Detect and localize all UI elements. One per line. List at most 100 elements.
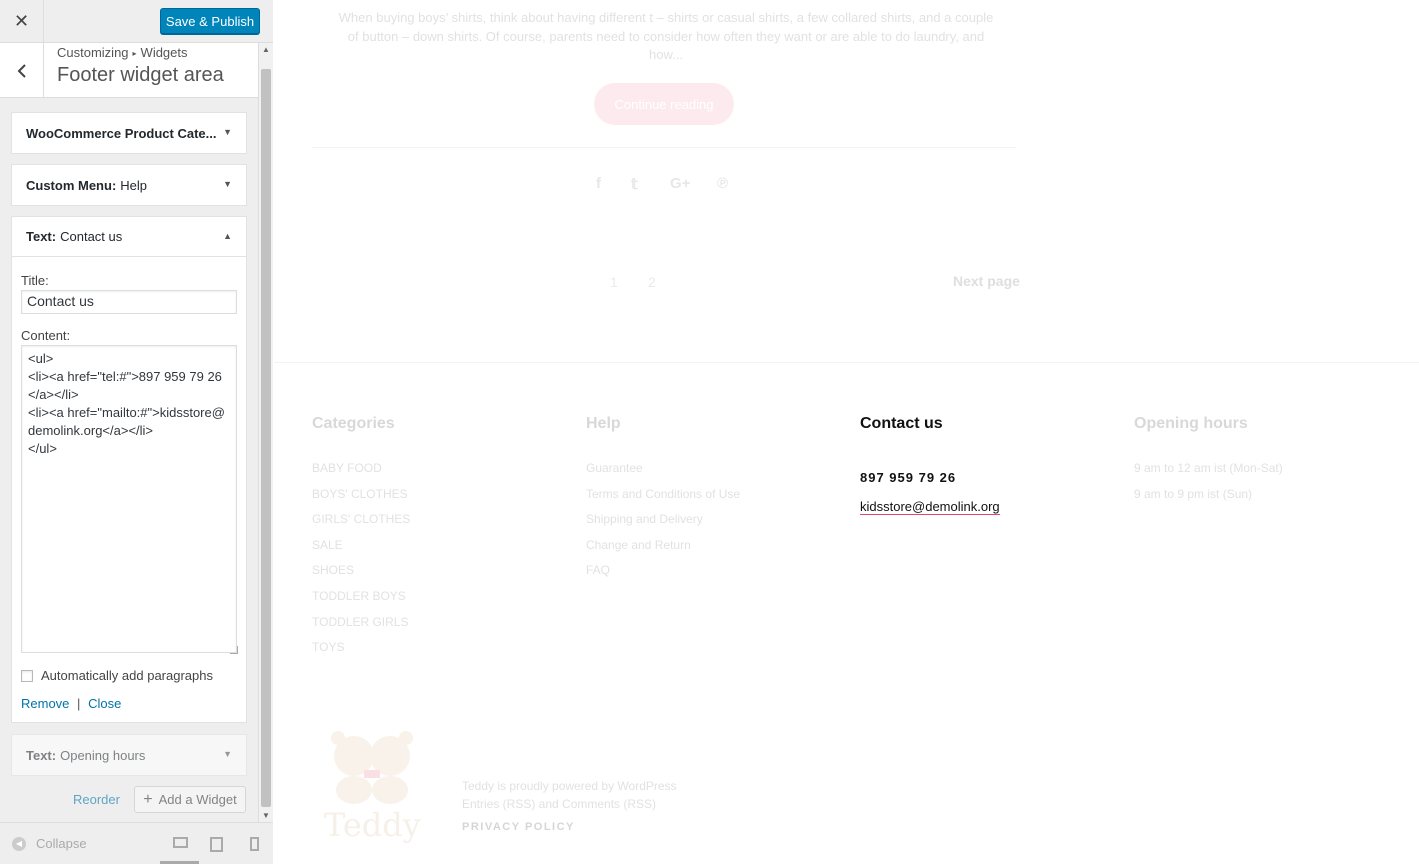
scroll-up-icon[interactable]: ▲ [262, 45, 270, 54]
widget-instance-name: Help [120, 177, 148, 193]
close-widget-link[interactable]: Close [88, 696, 121, 711]
widget-product-categories[interactable]: WooCommerce Product Cate... ▼ [11, 112, 247, 154]
help-link[interactable]: Shipping and Delivery [586, 512, 740, 538]
widget-custom-menu-help[interactable]: Custom Menu: Help ▼ [11, 164, 247, 206]
content-textarea[interactable]: <ul> <li><a href="tel:#">897 959 79 26</… [21, 345, 237, 653]
desktop-preview-icon[interactable] [173, 837, 188, 848]
category-link[interactable]: Girls' Clothes [312, 512, 410, 538]
back-button[interactable] [0, 43, 44, 98]
hours-line: 9 am to 9 pm ist (Sun) [1134, 486, 1253, 501]
widget-actions: Remove | Close [21, 696, 121, 711]
collapse-sidebar-button[interactable]: ◀ Collapse [12, 836, 87, 851]
content-label: Content: [21, 328, 71, 343]
contact-email-link[interactable]: kidsstore@demolink.org [860, 499, 1000, 515]
category-link[interactable]: Toys [312, 640, 410, 666]
widget-title[interactable]: Text: Opening hours [12, 735, 246, 775]
auto-paragraphs-option[interactable]: Automatically add paragraphs [21, 668, 213, 683]
post-excerpt: When buying boys’ shirts, think about ha… [338, 10, 994, 62]
widget-title[interactable]: Custom Menu: Help [12, 165, 246, 205]
twitter-icon[interactable]: 𝕥 [631, 175, 638, 193]
teddy-bears-icon [331, 731, 413, 804]
footer-column-categories: Categories Baby Food Boys' Clothes Girls… [312, 415, 410, 666]
breadcrumb-widgets: Widgets [140, 45, 188, 60]
reorder-link[interactable]: Reorder [73, 792, 120, 807]
customizer-header-actions: ✕ Save & Publish [0, 0, 273, 43]
widget-type: Text: [26, 747, 57, 763]
remove-widget-link[interactable]: Remove [21, 696, 69, 711]
add-widget-button[interactable]: + Add a Widget [134, 786, 246, 813]
widget-text-contact-us: Text: Contact us ▲ Title: Contact us Cont… [11, 216, 247, 723]
widget-instance-name: Opening hours [60, 747, 146, 763]
collapse-label: Collapse [36, 836, 87, 851]
actions-separator: | [77, 696, 81, 711]
copyright-text: Teddy is proudly powered by WordPress En… [462, 777, 677, 813]
help-link[interactable]: Change and Return [586, 538, 740, 564]
panel-title: Footer widget area [57, 64, 224, 86]
auto-paragraphs-checkbox[interactable] [21, 669, 33, 682]
category-link[interactable]: Boys' Clothes [312, 487, 410, 513]
title-label: Title: [21, 273, 49, 288]
footer-column-help: Help Guarantee Terms and Conditions of U… [586, 415, 740, 589]
tablet-preview-icon[interactable] [210, 837, 223, 852]
category-link[interactable]: Toddler Girls [312, 615, 410, 641]
add-widget-label: Add a Widget [158, 792, 237, 807]
column-title: Help [586, 415, 621, 432]
sidebar-scrollbar[interactable]: ▲ ▼ [258, 43, 273, 822]
resize-handle-icon[interactable] [230, 646, 238, 654]
customizer-sidebar: ✕ Save & Publish Customizing ▸ Widgets Foo… [0, 0, 273, 864]
title-input[interactable]: Contact us [21, 290, 237, 314]
help-link[interactable]: Terms and Conditions of Use [586, 487, 740, 513]
collapse-arrow-icon[interactable]: ▲ [223, 231, 232, 241]
plus-icon: + [143, 790, 153, 808]
pinterest-icon[interactable]: ℗ [717, 175, 728, 192]
chevron-left-icon [17, 63, 26, 78]
widget-type: Custom Menu: [26, 177, 117, 193]
copyright-line: Entries (RSS) and Comments (RSS) [462, 797, 657, 811]
facebook-icon[interactable]: f [596, 175, 601, 192]
contact-phone-link[interactable]: 897 959 79 26 [860, 470, 1000, 485]
widget-title[interactable]: WooCommerce Product Cate... [12, 113, 246, 153]
widget-type: WooCommerce Product Cate... [26, 125, 217, 141]
site-logo[interactable]: Teddy [316, 726, 428, 844]
footer-column-hours: Opening hours 9 am to 12 am ist (Mon-Sat… [1134, 415, 1283, 512]
page-link-2[interactable]: 2 [648, 274, 656, 290]
breadcrumb-customizing: Customizing [57, 45, 129, 60]
page-link-1[interactable]: 1 [610, 274, 618, 290]
breadcrumb-separator-icon: ▸ [132, 49, 137, 58]
save-publish-button[interactable]: Save & Publish [160, 8, 260, 34]
close-customizer-button[interactable]: ✕ [0, 0, 44, 43]
breadcrumb: Customizing ▸ Widgets [57, 45, 188, 60]
widget-type: Text: [26, 229, 57, 244]
auto-paragraphs-label: Automatically add paragraphs [41, 668, 213, 683]
expand-arrow-icon[interactable]: ▼ [223, 749, 232, 759]
column-title: Opening hours [1134, 415, 1248, 432]
category-link[interactable]: Baby Food [312, 461, 410, 487]
column-title: Categories [312, 415, 395, 432]
continue-reading-button[interactable]: Continue reading [594, 83, 734, 125]
help-link[interactable]: Guarantee [586, 461, 740, 487]
category-link[interactable]: Sale [312, 538, 410, 564]
expand-arrow-icon[interactable]: ▼ [223, 127, 232, 137]
scrollbar-thumb[interactable] [261, 69, 271, 807]
logo-text: Teddy [324, 806, 421, 844]
hours-line: 9 am to 12 am ist (Mon-Sat) [1134, 461, 1283, 475]
mobile-preview-icon[interactable] [250, 837, 259, 851]
privacy-policy-link[interactable]: PRIVACY POLICY [462, 821, 575, 833]
scroll-down-icon[interactable]: ▼ [262, 811, 270, 820]
collapse-arrow-icon: ◀ [12, 836, 26, 851]
footer-column-contact: Contact us 897 959 79 26 kidsstore@demol… [860, 415, 1000, 516]
widget-instance-name: Contact us [60, 229, 123, 244]
footer-divider [274, 362, 1419, 363]
help-link[interactable]: FAQ [586, 563, 740, 589]
widget-text-opening-hours[interactable]: Text: Opening hours ▼ [11, 734, 247, 776]
copyright-line: Teddy is proudly powered by WordPress [462, 779, 677, 793]
category-link[interactable]: Toddler Boys [312, 589, 410, 615]
next-page-link[interactable]: Next page [953, 273, 1020, 289]
google-plus-icon[interactable]: G+ [670, 175, 690, 192]
widget-title[interactable]: Text: Contact us [12, 217, 246, 257]
category-link[interactable]: Shoes [312, 563, 410, 589]
site-preview: When buying boys’ shirts, think about ha… [274, 0, 1419, 864]
expand-arrow-icon[interactable]: ▼ [223, 179, 232, 189]
customizer-footer: ◀ Collapse [0, 822, 273, 864]
panel-header: Customizing ▸ Widgets Footer widget area [0, 43, 258, 98]
